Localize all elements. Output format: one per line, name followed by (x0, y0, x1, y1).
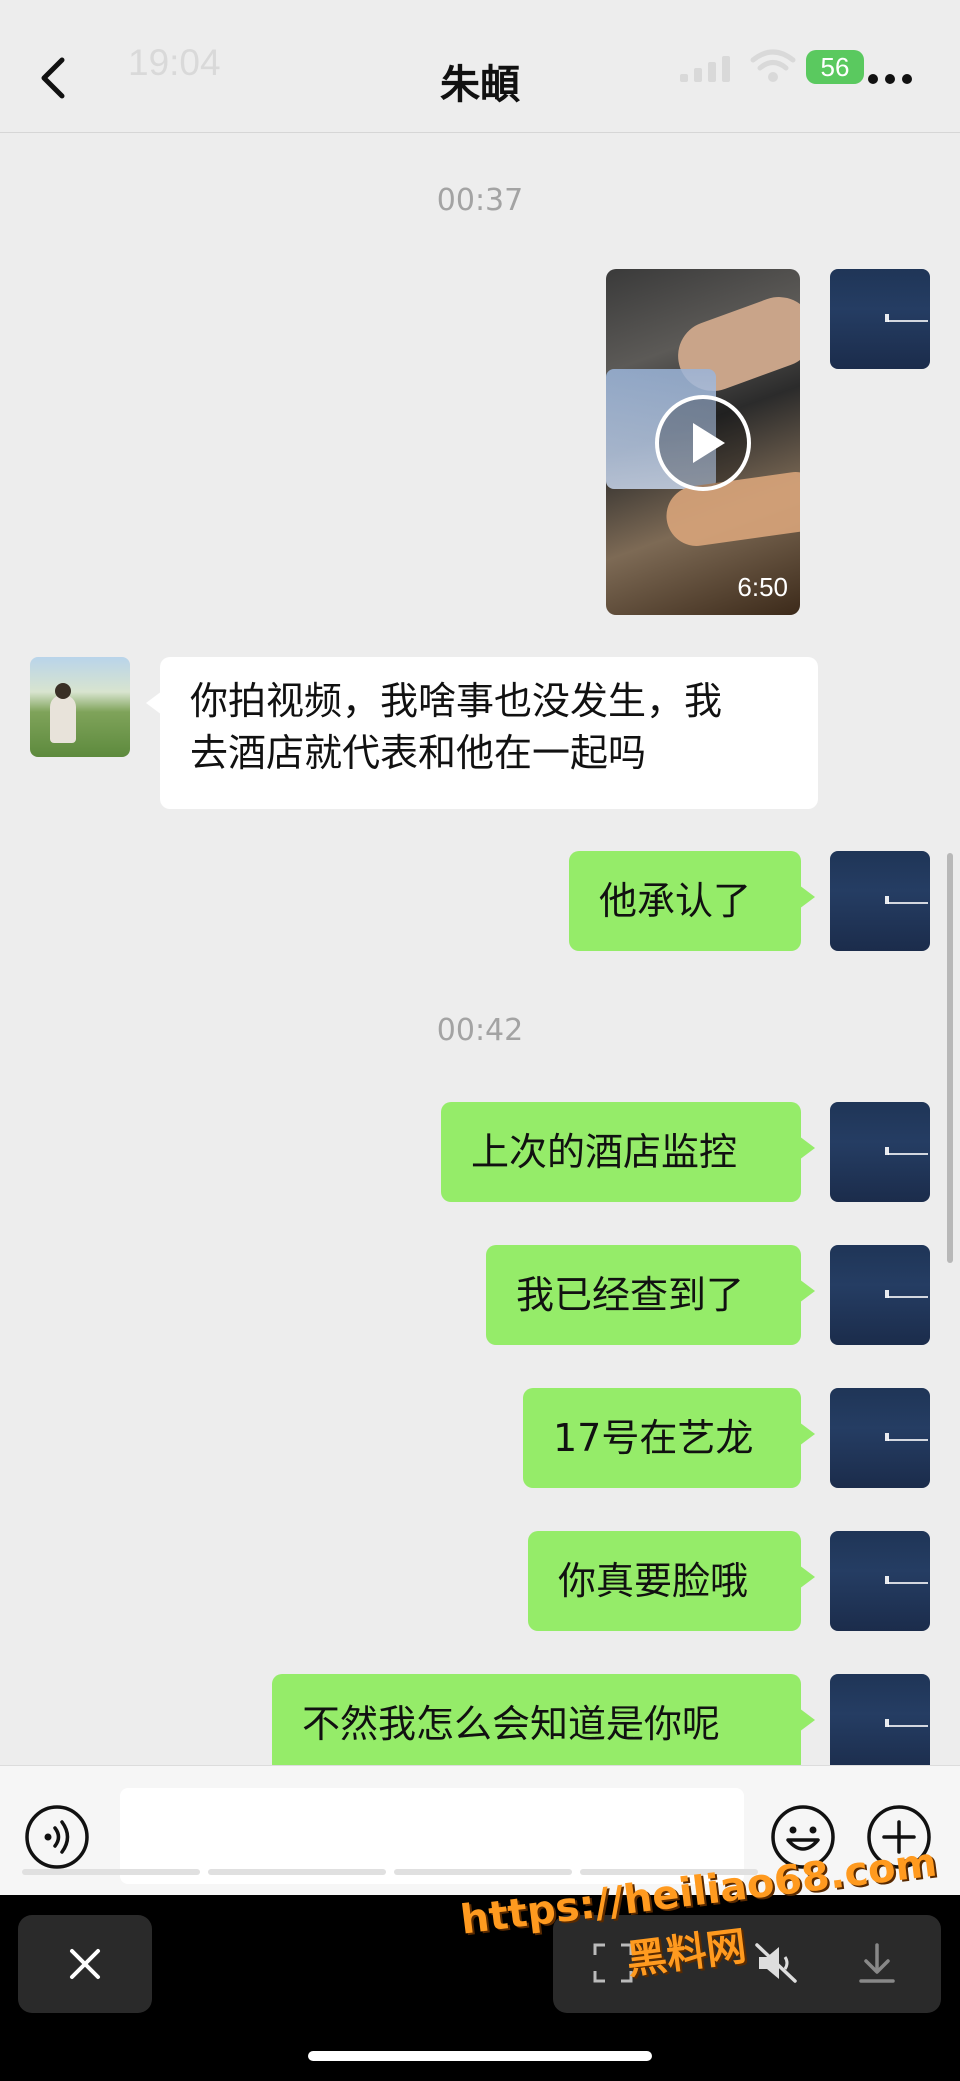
timestamp: 00:37 (436, 183, 524, 218)
chat-area[interactable]: 00:37 6:50 你拍视频，我啥事也没发生，我 去酒店就代表和他在一起吗 他… (0, 133, 960, 1774)
my-avatar[interactable] (830, 269, 930, 369)
contact-avatar[interactable] (30, 657, 130, 757)
voice-icon[interactable] (24, 1804, 90, 1870)
timestamp: 00:42 (436, 1013, 524, 1048)
status-icons: 56 (680, 48, 880, 88)
message-line: 你拍视频，我啥事也没发生，我 (190, 679, 723, 723)
my-avatar[interactable] (830, 851, 930, 951)
home-indicator (308, 2051, 652, 2061)
close-button[interactable] (18, 1915, 152, 2013)
close-icon (70, 1949, 100, 1979)
scrollbar[interactable] (947, 853, 953, 1263)
more-icon[interactable] (866, 72, 914, 86)
message-line: 去酒店就代表和他在一起吗 (190, 731, 647, 775)
signal-icon (680, 56, 730, 82)
video-message[interactable]: 6:50 (606, 269, 800, 615)
my-avatar[interactable] (830, 1388, 930, 1488)
my-avatar[interactable] (830, 1674, 930, 1774)
my-avatar[interactable] (830, 1245, 930, 1345)
wifi-icon (750, 49, 796, 82)
received-message[interactable]: 你拍视频，我啥事也没发生，我 去酒店就代表和他在一起吗 (146, 657, 818, 809)
battery-badge: 56 (806, 50, 864, 84)
sent-message[interactable]: 17号在艺龙 (523, 1388, 815, 1488)
navigation-bar: 19:04 朱頔 56 (0, 0, 960, 133)
my-avatar[interactable] (830, 1102, 930, 1202)
sent-message[interactable]: 他承认了 (569, 851, 815, 951)
sent-message[interactable]: 上次的酒店监控 (441, 1102, 815, 1202)
video-duration: 6:50 (737, 572, 788, 602)
sent-message[interactable]: 不然我怎么会知道是你呢 (272, 1674, 815, 1774)
sent-message[interactable]: 你真要脸哦 (528, 1531, 815, 1631)
play-icon[interactable] (653, 393, 753, 493)
sent-message[interactable]: 我已经查到了 (486, 1245, 815, 1345)
my-avatar[interactable] (830, 1531, 930, 1631)
